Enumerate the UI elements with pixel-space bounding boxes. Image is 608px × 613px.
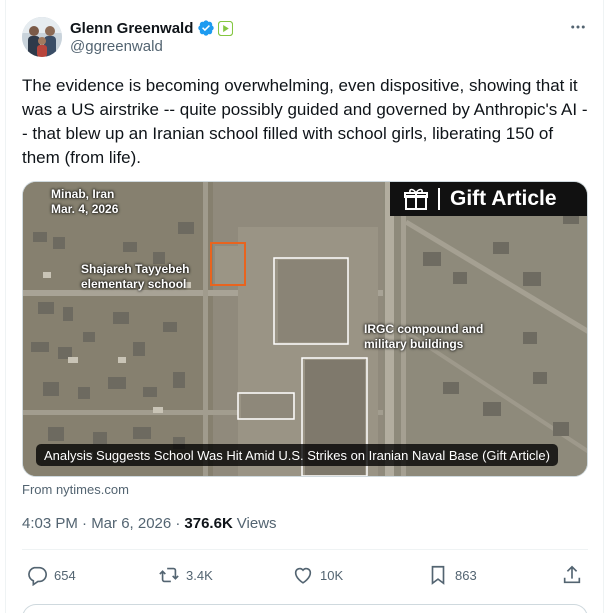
rumble-icon[interactable] (218, 20, 234, 36)
avatar[interactable] (22, 17, 62, 57)
repost-button[interactable]: 3.4K (158, 563, 213, 587)
divider (22, 549, 588, 550)
tweet-card[interactable]: Glenn Greenwald @ggreenwald The evidence… (0, 0, 608, 613)
map-location-label: Minab, Iran (51, 187, 115, 201)
tweet-header: Glenn Greenwald @ggreenwald (22, 15, 592, 57)
irgc-label-line1: IRGC compound and (364, 322, 484, 336)
reply-button[interactable]: 654 (26, 563, 76, 587)
display-name[interactable]: Glenn Greenwald (70, 20, 193, 37)
reply-composer-edge (22, 604, 588, 613)
link-card-image[interactable]: Minab, Iran Mar. 4, 2026 Shajareh Tayyeb… (22, 181, 588, 477)
school-label-line2: elementary school (81, 277, 187, 291)
verified-badge-icon (198, 20, 215, 36)
irgc-label-line2: military buildings (364, 337, 464, 351)
satellite-map-image (23, 182, 587, 476)
like-button[interactable]: 10K (292, 563, 343, 587)
like-count: 10K (320, 567, 344, 583)
timeline-border-left (5, 0, 6, 613)
school-label-line1: Shajareh Tayyebeh (81, 262, 190, 276)
repost-count: 3.4K (186, 567, 213, 583)
timestamp[interactable]: 4:03 PM · Mar 6, 2026 · (22, 515, 180, 532)
gift-article-badge: Gift Article (390, 182, 587, 216)
heart-icon (294, 567, 312, 584)
link-card-headline[interactable]: Analysis Suggests School Was Hit Amid U.… (36, 444, 558, 466)
views-count: 376.6K (184, 515, 233, 532)
repost-icon (159, 567, 179, 583)
more-horizontal-icon[interactable] (566, 17, 590, 37)
user-handle[interactable]: @ggreenwald (70, 38, 163, 55)
reply-icon (28, 566, 47, 586)
bookmark-count: 863 (455, 567, 477, 583)
views-label: Views (236, 515, 277, 532)
share-button[interactable] (561, 563, 583, 587)
map-date-label: Mar. 4, 2026 (51, 202, 119, 216)
tweet-meta: 4:03 PM · Mar 6, 2026 · 376.6K Views (22, 515, 277, 532)
share-icon (563, 565, 581, 584)
gift-separator (438, 188, 440, 210)
link-source[interactable]: From nytimes.com (22, 482, 129, 497)
bookmark-button[interactable]: 863 (427, 563, 477, 587)
bookmark-icon (431, 565, 445, 585)
timeline-border-right (603, 0, 604, 613)
gift-icon (404, 188, 428, 210)
action-bar: 654 3.4K 10K 863 (22, 563, 592, 587)
gift-article-label: Gift Article (450, 187, 557, 210)
reply-count: 654 (54, 567, 76, 583)
tweet-text: The evidence is becoming overwhelming, e… (22, 76, 588, 167)
